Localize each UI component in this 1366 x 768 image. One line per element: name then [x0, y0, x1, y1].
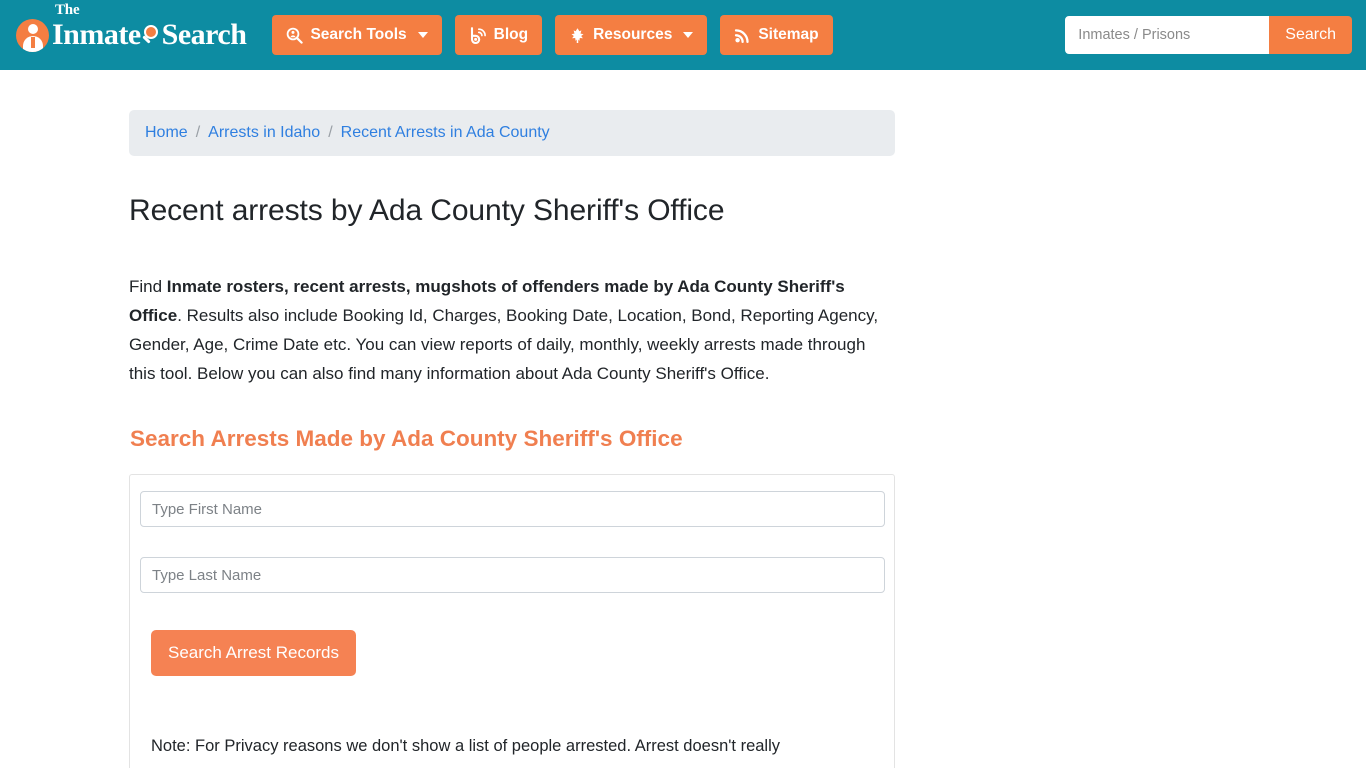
page-title: Recent arrests by Ada County Sheriff's O… — [129, 194, 725, 227]
chevron-down-icon — [683, 32, 694, 38]
leaf-icon — [569, 27, 586, 44]
content-container: Home / Arrests in Idaho / Recent Arrests… — [129, 110, 895, 768]
blog-b-icon — [469, 26, 487, 44]
breadcrumb-item-recent-arrests-ada-county[interactable]: Recent Arrests in Ada County — [341, 124, 550, 142]
brand-inmate-text: Inmate — [52, 18, 141, 51]
brand-search-text: Search — [161, 18, 247, 51]
nav-button-sitemap[interactable]: Sitemap — [720, 15, 833, 55]
breadcrumb-item-arrests-in-idaho[interactable]: Arrests in Idaho — [208, 124, 320, 142]
intro-rest: . Results also include Booking Id, Charg… — [129, 306, 879, 383]
magnifier-person-icon — [286, 27, 304, 44]
nav-label-search-tools: Search Tools — [310, 26, 407, 43]
main-navigation: Search Tools Blog Resources Sitemap — [272, 15, 833, 55]
nav-button-blog[interactable]: Blog — [454, 15, 543, 55]
page-body: Home / Arrests in Idaho / Recent Arrests… — [0, 70, 1366, 768]
nav-label-sitemap: Sitemap — [758, 26, 819, 43]
chevron-down-icon — [417, 32, 428, 38]
intro-paragraph: Find Inmate rosters, recent arrests, mug… — [129, 272, 881, 388]
header-search-button[interactable]: Search — [1269, 16, 1352, 54]
rss-feed-icon — [734, 27, 751, 44]
site-header: The Inmate Search Search Tools Blog Reso… — [0, 0, 1366, 70]
intro-lead: Find — [129, 277, 167, 296]
brand-wordmark: The Inmate Search — [52, 3, 247, 51]
breadcrumb-separator: / — [195, 124, 201, 141]
brand-the-text: The — [55, 2, 80, 18]
breadcrumb-separator: / — [328, 124, 333, 141]
first-name-input[interactable] — [140, 491, 885, 527]
nav-button-search-tools[interactable]: Search Tools — [272, 15, 442, 55]
nav-label-blog: Blog — [493, 26, 529, 43]
header-search-form: Search — [1065, 16, 1352, 54]
last-name-input[interactable] — [140, 557, 885, 593]
search-input[interactable] — [1065, 16, 1270, 54]
section-title-search-arrests: Search Arrests Made by Ada County Sherif… — [130, 426, 683, 451]
person-in-circle-icon — [16, 18, 49, 52]
magnifier-icon — [140, 24, 163, 47]
nav-label-resources: Resources — [593, 26, 673, 43]
site-logo[interactable]: The Inmate Search — [16, 3, 247, 52]
arrest-search-form: Search Arrest Records Note: For Privacy … — [129, 474, 895, 768]
breadcrumb-item-home[interactable]: Home — [145, 124, 188, 142]
search-arrest-records-button[interactable]: Search Arrest Records — [151, 630, 357, 676]
breadcrumb: Home / Arrests in Idaho / Recent Arrests… — [129, 110, 895, 156]
nav-button-resources[interactable]: Resources — [555, 15, 708, 55]
privacy-note: Note: For Privacy reasons we don't show … — [151, 737, 781, 755]
